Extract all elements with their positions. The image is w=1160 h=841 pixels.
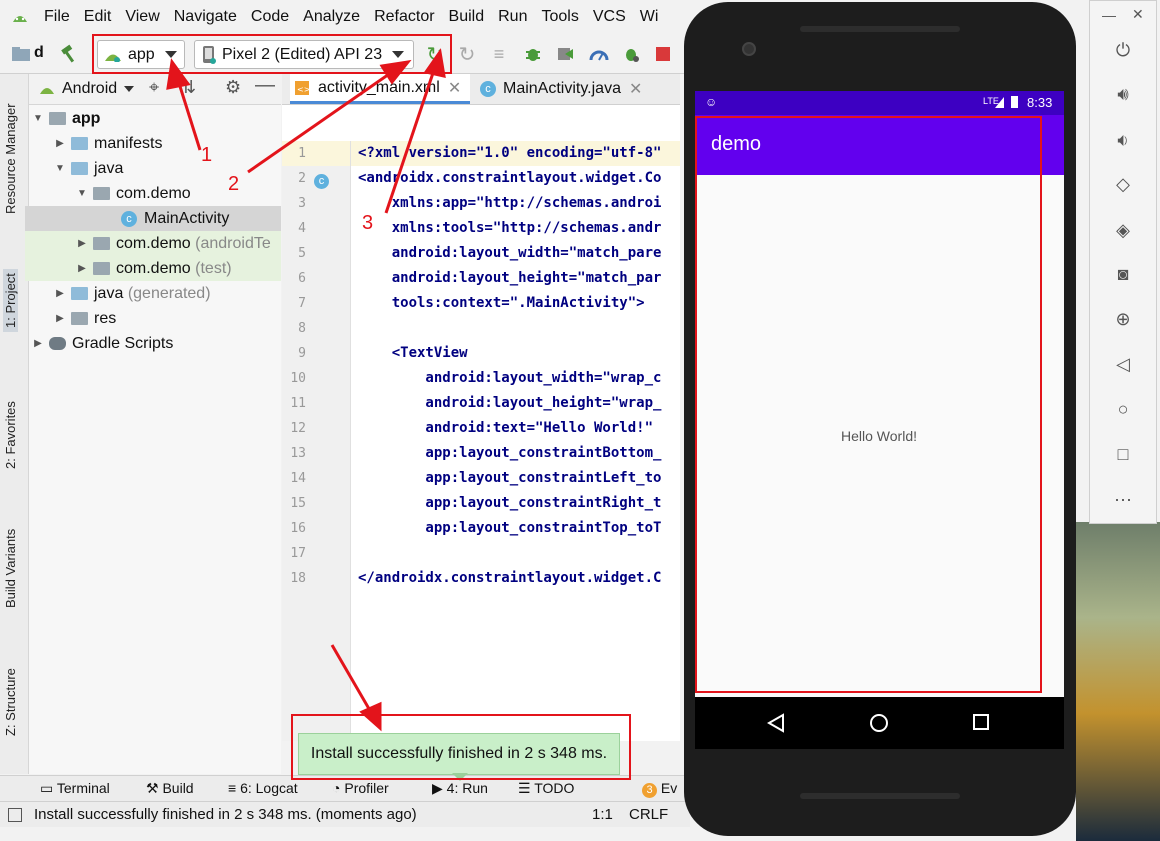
rotate-right-icon[interactable]: ◈ [1090, 215, 1156, 245]
close-icon[interactable]: ✕ [1132, 6, 1144, 23]
emulator-controls: — ✕ ⏻ 🔊︎ 🔉︎ ◇ ◈ ◙ ⊕ ◁ ○ □ ⋯ [1089, 0, 1157, 524]
overview-icon[interactable]: □ [1090, 439, 1156, 469]
zoom-icon[interactable]: ⊕ [1090, 304, 1156, 334]
volume-up-icon[interactable]: 🔊︎ [1090, 79, 1156, 109]
nav-overview-icon[interactable] [973, 714, 989, 730]
minimize-icon[interactable]: — [1102, 7, 1116, 23]
annotation-arrows [166, 48, 446, 732]
annotation-box-app [695, 116, 1042, 693]
desktop-wallpaper [1076, 522, 1160, 841]
battery-icon [1011, 96, 1018, 108]
annotation-label-1: 1 [201, 144, 213, 166]
nav-back-icon[interactable] [767, 713, 785, 733]
speaker-grille-bottom [800, 793, 960, 799]
android-status-bar: ☺ LTE 8:33 [695, 91, 1064, 115]
nav-home-icon[interactable] [869, 713, 889, 733]
rotate-left-icon[interactable]: ◇ [1090, 169, 1156, 199]
signal-icon [995, 97, 1004, 108]
android-notification-icon: ☺ [705, 95, 718, 109]
front-camera [742, 42, 756, 56]
screenshot-icon[interactable]: ◙ [1090, 259, 1156, 289]
more-icon[interactable]: ⋯ [1090, 485, 1156, 515]
annotation-label-2: 2 [228, 173, 240, 195]
speaker-grille-top [800, 26, 960, 32]
clock: 8:33 [1027, 95, 1053, 110]
annotation-label-3: 3 [362, 212, 374, 234]
android-nav-bar [695, 697, 1064, 749]
power-icon[interactable]: ⏻ [1090, 35, 1156, 65]
home-icon[interactable]: ○ [1090, 394, 1156, 424]
volume-down-icon[interactable]: 🔉︎ [1090, 125, 1156, 155]
back-icon[interactable]: ◁ [1090, 349, 1156, 379]
